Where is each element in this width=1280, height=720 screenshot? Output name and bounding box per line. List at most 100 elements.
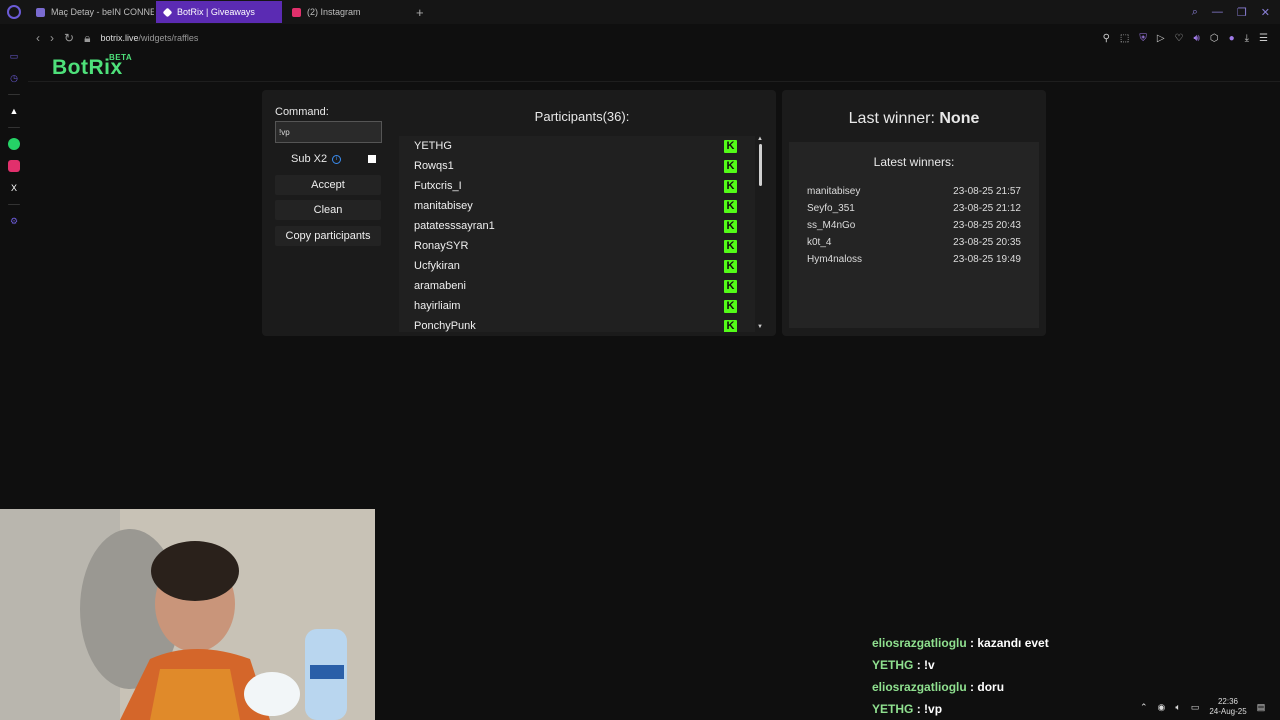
list-item: Rowqs1 K [399, 156, 755, 176]
webcam-overlay [0, 509, 375, 720]
extensions-icon[interactable]: ⬡ [1210, 33, 1219, 44]
pin-icon[interactable]: ⚲ [1103, 33, 1110, 44]
network-icon[interactable]: ▭ [1191, 702, 1200, 713]
profile-icon[interactable]: ● [1229, 33, 1235, 44]
raffle-panel: Command: Sub X2 i Accept Clean Copy part… [262, 90, 776, 336]
minimize-icon[interactable]: — [1212, 6, 1223, 19]
sub-x2-checkbox[interactable] [368, 155, 377, 163]
botrix-logo[interactable]: BotRix BETA [52, 53, 132, 80]
lock-icon: 🔒︎ [84, 30, 91, 45]
table-row: ss_M4nGo 23-08-25 20:43 [807, 220, 1021, 231]
search-icon[interactable]: ⌕ [1192, 6, 1198, 19]
play-icon[interactable]: ▷ [1157, 33, 1165, 44]
kick-icon: K [724, 319, 737, 332]
volume-icon[interactable]: 🔈︎ [1175, 702, 1180, 713]
clock[interactable]: 22:36 24-Aug-25 [1209, 697, 1246, 717]
instagram-favicon-icon [292, 7, 301, 17]
scroll-down-icon: ▼ [757, 324, 763, 330]
list-item: manitabisey K [399, 196, 755, 216]
kick-icon: K [724, 219, 737, 233]
tray-chevron-icon[interactable]: ⌃ [1140, 702, 1148, 713]
list-item: Futxcris_I K [399, 176, 755, 196]
list-item: aramabeni K [399, 276, 755, 296]
kick-icon: K [724, 279, 737, 293]
chat-message: eliosrazgatlioglu : doru [872, 680, 1005, 694]
botrix-favicon-icon [162, 7, 173, 17]
chat-message: YETHG : !v [872, 658, 935, 672]
tab-botrix[interactable]: BotRix | Giveaways [156, 1, 282, 23]
messenger-icon[interactable]: ▭ [8, 50, 20, 62]
command-label: Command: [275, 106, 329, 118]
forward-icon[interactable]: › [50, 31, 54, 45]
address-bar: ‹ › ↻ 🔒︎ botrix.live/widgets/raffles ⚲ ⬚… [28, 26, 1280, 50]
menu-icon[interactable]: ☰ [1259, 33, 1268, 44]
aria-icon[interactable]: ▲ [8, 105, 20, 117]
browser-tab-bar: Maç Detay - beIN CONNE BotRix | Giveaway… [0, 0, 1280, 24]
list-item: Ucfykiran K [399, 256, 755, 276]
command-input[interactable] [275, 121, 382, 143]
tray-app-icon[interactable]: ◉ [1158, 702, 1166, 713]
opera-logo-icon[interactable] [0, 5, 28, 19]
settings-gear-icon[interactable]: ⚙ [8, 215, 20, 227]
back-icon[interactable]: ‹ [36, 31, 40, 45]
maximize-icon[interactable]: ❐ [1237, 6, 1247, 19]
list-item: PonchyPunk K [399, 316, 755, 332]
sound-icon[interactable]: 🔊︎ [1194, 33, 1200, 44]
table-row: manitabisey 23-08-25 21:57 [807, 186, 1021, 197]
page-header: BotRix BETA [28, 50, 1280, 82]
notifications-icon[interactable]: ▤ [1257, 702, 1266, 713]
divider [8, 204, 20, 205]
clean-button[interactable]: Clean [275, 200, 381, 220]
list-item: YETHG K [399, 136, 755, 156]
snapshot-icon[interactable]: ⬚ [1120, 33, 1129, 44]
scroll-thumb [758, 144, 762, 186]
divider [8, 94, 20, 95]
copy-participants-button[interactable]: Copy participants [275, 226, 381, 246]
participants-title: Participants(36): [534, 109, 630, 124]
heart-icon[interactable]: ♡ [1175, 33, 1184, 44]
participants-list: YETHG K Rowqs1 K Futxcris_I K manitabisey K … [399, 136, 755, 332]
tab-title: Maç Detay - beIN CONNE [51, 7, 154, 17]
latest-winners-title: Latest winners: [873, 155, 955, 169]
close-icon[interactable]: ✕ [1261, 6, 1270, 19]
winners-panel: Last winner: None Latest winners: manita… [782, 90, 1046, 336]
accept-button[interactable]: Accept [275, 175, 381, 195]
kick-icon: K [724, 159, 737, 173]
latest-winners-box: Latest winners: manitabisey 23-08-25 21:5… [789, 142, 1039, 328]
new-tab-icon[interactable]: + [416, 5, 424, 20]
tab-title: (2) Instagram [307, 7, 361, 17]
download-icon[interactable]: ⤓ [1245, 33, 1249, 44]
tab-title: BotRix | Giveaways [177, 7, 255, 17]
chat-message: eliosrazgatlioglu : kazandı evet [872, 636, 1049, 650]
history-icon[interactable]: ◷ [8, 72, 20, 84]
vpn-shield-icon[interactable]: ⛨ [1139, 33, 1147, 44]
browser-sidebar: ▭ ◷ ▲ X ⚙ [0, 46, 28, 506]
whatsapp-icon[interactable] [8, 138, 20, 150]
scroll-up-icon: ▲ [757, 136, 763, 142]
table-row: Hym4naloss 23-08-25 19:49 [807, 254, 1021, 265]
kick-icon: K [724, 179, 737, 193]
sub-x2-row: Sub X2 i [291, 153, 377, 165]
instagram-icon[interactable] [8, 160, 20, 172]
kick-icon: K [724, 139, 737, 153]
tab-mac-detay[interactable]: Maç Detay - beIN CONNE [28, 1, 154, 23]
kick-icon: K [724, 199, 737, 213]
kick-icon: K [724, 259, 737, 273]
system-tray: ⌃ ◉ 🔈︎ ▭ 22:36 24-Aug-25 ▤ [1130, 694, 1280, 720]
kick-icon: K [724, 239, 737, 253]
webcam-image [0, 509, 375, 720]
x-icon[interactable]: X [8, 182, 20, 194]
reload-icon[interactable]: ↻ [64, 31, 74, 45]
list-item: patatesssayran1 K [399, 216, 755, 236]
chat-message: YETHG : !vp [872, 702, 943, 716]
participants-scrollbar[interactable]: ▲ ▼ [756, 136, 764, 330]
table-row: Seyfo_351 23-08-25 21:12 [807, 203, 1021, 214]
list-item: hayirliaim K [399, 296, 755, 316]
chat-overlay: eliosrazgatlioglu : kazandı evet YETHG :… [872, 632, 1172, 720]
sub-x2-label: Sub X2 [291, 153, 328, 165]
tab-instagram[interactable]: (2) Instagram [284, 1, 410, 23]
url-field[interactable]: botrix.live/widgets/raffles [100, 33, 198, 43]
kick-icon: K [724, 299, 737, 313]
info-icon[interactable]: i [332, 154, 342, 164]
list-item: RonaySYR K [399, 236, 755, 256]
